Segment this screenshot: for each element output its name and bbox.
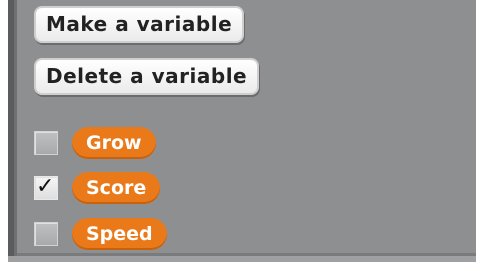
- variable-row-score: ✓ Score: [34, 171, 161, 205]
- variable-row-grow: Grow: [34, 126, 156, 160]
- variable-row-speed: Speed: [34, 217, 167, 251]
- panel-bottom-edge: [8, 256, 476, 262]
- delete-variable-button[interactable]: Delete a variable: [34, 58, 260, 95]
- checkmark-icon: ✓: [36, 174, 55, 199]
- score-checkbox[interactable]: ✓: [34, 174, 58, 200]
- grow-checkbox[interactable]: [34, 131, 58, 155]
- variable-block-grow[interactable]: Grow: [72, 127, 156, 159]
- speed-checkbox[interactable]: [34, 222, 58, 246]
- screenshot-frame: Make a variable Delete a variable Grow ✓…: [0, 0, 482, 271]
- variable-block-score[interactable]: Score: [72, 172, 161, 204]
- variable-block-speed[interactable]: Speed: [72, 218, 167, 250]
- make-variable-button[interactable]: Make a variable: [34, 6, 245, 43]
